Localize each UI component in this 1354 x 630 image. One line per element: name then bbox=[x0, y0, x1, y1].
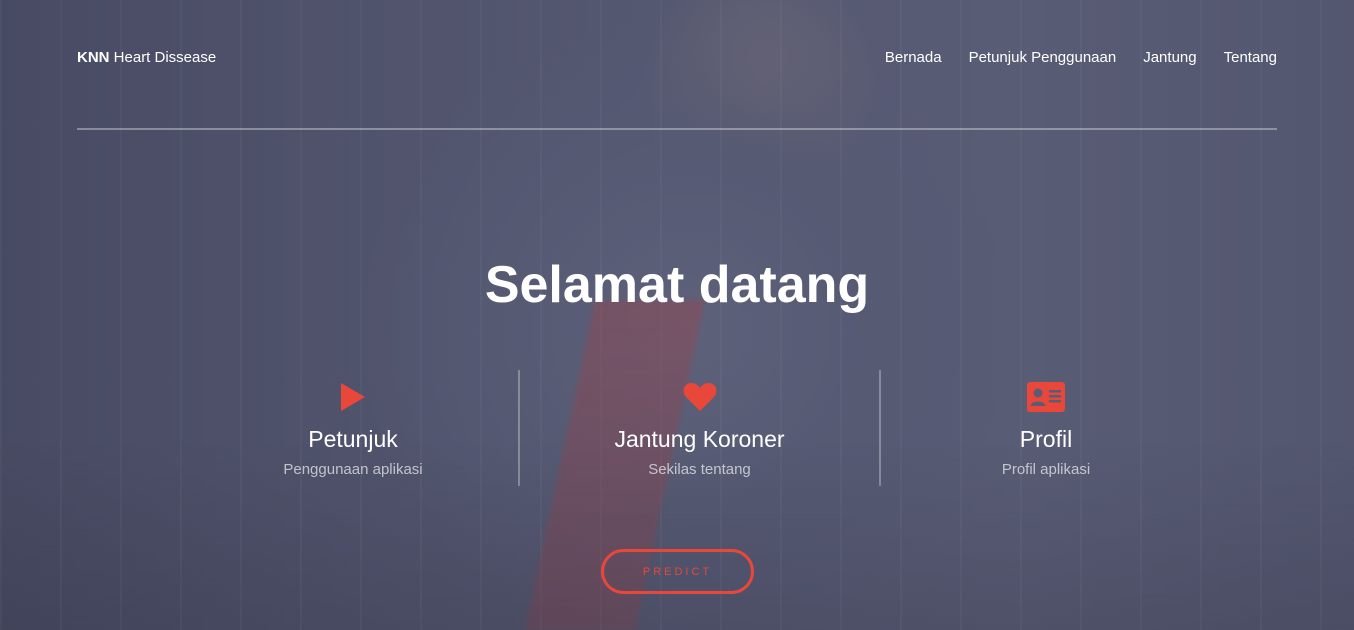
id-card-icon bbox=[881, 382, 1211, 412]
feature-profil[interactable]: Profil Profil aplikasi bbox=[881, 370, 1211, 486]
brand-bold: KNN bbox=[77, 49, 110, 66]
feature-petunjuk[interactable]: Petunjuk Penggunaan aplikasi bbox=[188, 370, 518, 486]
nav-item-bernada[interactable]: Bernada bbox=[885, 49, 942, 66]
brand-name: Heart Dissease bbox=[113, 49, 217, 66]
play-icon bbox=[188, 382, 518, 412]
site-header: KNN Heart Dissease Bernada Petunjuk Peng… bbox=[77, 0, 1277, 130]
feature-title: Petunjuk bbox=[308, 426, 398, 452]
nav-item-tentang[interactable]: Tentang bbox=[1224, 49, 1277, 66]
feature-list: Petunjuk Penggunaan aplikasi Jantung Kor… bbox=[188, 370, 1208, 486]
heart-icon bbox=[520, 382, 879, 412]
nav-item-jantung[interactable]: Jantung bbox=[1143, 49, 1196, 66]
nav-item-petunjuk-penggunaan[interactable]: Petunjuk Penggunaan bbox=[969, 49, 1117, 66]
feature-title: Profil bbox=[1019, 426, 1073, 452]
feature-subtitle: Sekilas tentang bbox=[648, 461, 751, 478]
feature-jantung-koroner[interactable]: Jantung Koroner Sekilas tentang bbox=[518, 370, 881, 486]
predict-button[interactable]: PREDICT bbox=[601, 549, 754, 594]
main-nav: Bernada Petunjuk Penggunaan Jantung Tent… bbox=[885, 49, 1277, 66]
page-title: Selamat datang bbox=[484, 256, 870, 314]
feature-subtitle: Penggunaan aplikasi bbox=[283, 461, 423, 478]
brand-logo[interactable]: KNN Heart Dissease bbox=[77, 49, 216, 66]
feature-subtitle: Profil aplikasi bbox=[1001, 461, 1091, 478]
feature-title: Jantung Koroner bbox=[614, 426, 785, 452]
